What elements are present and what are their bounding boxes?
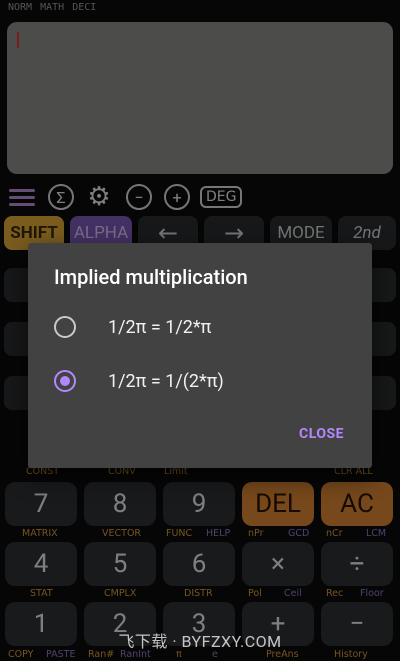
radio-checked-icon[interactable] — [54, 370, 76, 392]
dialog-title: Implied multiplication — [54, 265, 248, 289]
implied-multiplication-dialog: Implied multiplication 1/2π = 1/2*π 1/2π… — [28, 243, 372, 468]
radio-unchecked-icon[interactable] — [54, 316, 76, 338]
option-label: 1/2π = 1/(2*π) — [108, 370, 224, 392]
option-grouped-denominator[interactable]: 1/2π = 1/(2*π) — [54, 361, 354, 401]
close-button[interactable]: CLOSE — [297, 420, 346, 448]
option-label: 1/2π = 1/2*π — [108, 316, 212, 338]
option-implicit-product[interactable]: 1/2π = 1/2*π — [54, 307, 354, 347]
watermark: 飞下载 · BYFZXY.COM — [118, 632, 282, 651]
